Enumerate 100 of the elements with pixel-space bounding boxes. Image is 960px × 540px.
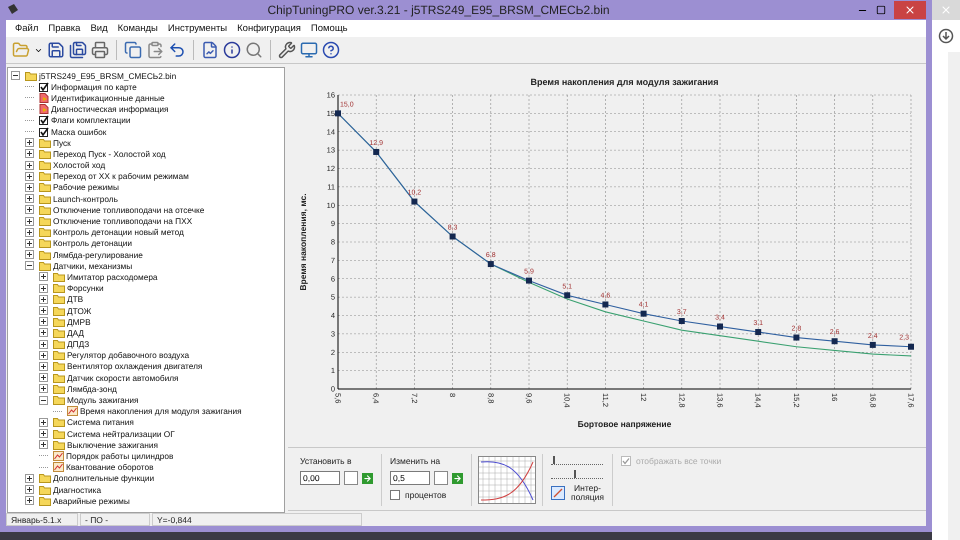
menu-item[interactable]: Помощь: [306, 23, 353, 34]
data-point[interactable]: [411, 198, 418, 205]
value-field[interactable]: 0,5: [390, 471, 430, 485]
tree-item[interactable]: Отключение топливоподачи на отсечке: [53, 204, 204, 215]
spinner-icon[interactable]: [344, 471, 358, 485]
tree-item[interactable]: Выключение зажигания: [67, 440, 158, 450]
expand-toggle[interactable]: [25, 238, 34, 248]
tree-item[interactable]: Маска ошибок: [51, 126, 106, 137]
menu-item[interactable]: Конфигурация: [232, 23, 306, 34]
expand-toggle[interactable]: [25, 160, 34, 170]
tree-item[interactable]: Датчик скорости автомобиля: [67, 372, 179, 383]
tree-item[interactable]: Отключение топливоподачи на ПХХ: [53, 216, 192, 226]
expand-toggle[interactable]: [25, 149, 34, 158]
data-point[interactable]: [564, 292, 570, 298]
tree-item[interactable]: ДТВ: [67, 294, 84, 304]
menu-item[interactable]: Правка: [43, 23, 86, 34]
save-icon[interactable]: [47, 41, 65, 59]
tree-item[interactable]: Диагностическая информация: [51, 104, 168, 114]
tree-item[interactable]: Дополнительные функции: [53, 473, 154, 484]
tree-item[interactable]: Контроль детонации новый метод: [53, 227, 184, 238]
tree-item[interactable]: Диагностика: [53, 484, 102, 495]
expand-toggle[interactable]: [25, 172, 34, 181]
expand-toggle[interactable]: [25, 194, 34, 204]
apply-button[interactable]: [452, 472, 463, 484]
collapse-toggle[interactable]: [39, 396, 48, 405]
maximize-icon[interactable]: [876, 5, 886, 15]
copy-icon[interactable]: [124, 41, 142, 59]
collapse-toggle[interactable]: [25, 261, 34, 270]
tree-item[interactable]: Имитатор расходомера: [67, 272, 158, 282]
expand-toggle[interactable]: [39, 384, 48, 394]
menu-item[interactable]: Файл: [10, 23, 44, 34]
undo-icon[interactable]: [168, 41, 186, 59]
expand-toggle[interactable]: [39, 418, 48, 427]
download-icon[interactable]: [938, 28, 954, 44]
data-point[interactable]: [793, 334, 800, 341]
expand-toggle[interactable]: [39, 294, 48, 304]
expand-toggle[interactable]: [39, 284, 48, 293]
data-point[interactable]: [640, 310, 647, 317]
monitor-icon[interactable]: [300, 41, 318, 59]
tree-item[interactable]: Переход от ХХ к рабочим режимам: [53, 171, 189, 182]
tree-item[interactable]: Контроль детонации: [53, 238, 132, 248]
expand-toggle[interactable]: [25, 485, 34, 494]
expand-toggle[interactable]: [39, 362, 48, 371]
menu-item[interactable]: Команды: [112, 23, 163, 34]
tree-item[interactable]: Система питания: [67, 417, 134, 428]
data-point[interactable]: [755, 329, 762, 336]
slider-track[interactable]: [551, 456, 603, 465]
slider-track[interactable]: [551, 470, 603, 479]
tree-item[interactable]: Launch-контроль: [53, 194, 118, 204]
expand-toggle[interactable]: [39, 440, 48, 450]
tree-item[interactable]: Датчики, механизмы: [53, 260, 132, 271]
data-point[interactable]: [335, 110, 341, 116]
expand-toggle[interactable]: [25, 474, 34, 483]
print-icon[interactable]: [91, 41, 109, 59]
expand-toggle[interactable]: [39, 306, 48, 316]
menu-item[interactable]: Инструменты: [162, 23, 232, 34]
tree-item[interactable]: Форсунки: [67, 283, 104, 294]
expand-toggle[interactable]: [25, 182, 34, 192]
data-point[interactable]: [602, 301, 608, 308]
data-point[interactable]: [526, 278, 532, 284]
expand-toggle[interactable]: [39, 272, 48, 282]
tree-item[interactable]: Идентификационные данные: [51, 92, 165, 103]
tree-item[interactable]: ДАД: [67, 328, 84, 338]
expand-toggle[interactable]: [25, 205, 34, 214]
data-point[interactable]: [717, 324, 723, 330]
expand-toggle[interactable]: [25, 228, 34, 237]
tools-icon[interactable]: [278, 41, 296, 59]
expand-toggle[interactable]: [25, 138, 34, 148]
tree-item[interactable]: Пуск: [53, 138, 71, 148]
data-point[interactable]: [832, 338, 838, 344]
tree-item[interactable]: Рабочие режимы: [53, 182, 119, 192]
tree-item[interactable]: Квантование оборотов: [66, 462, 154, 472]
data-point[interactable]: [450, 234, 456, 240]
tree-item[interactable]: Вентилятор охлаждения двигателя: [67, 361, 202, 372]
document-chart-icon[interactable]: [201, 41, 219, 59]
expand-toggle[interactable]: [25, 216, 34, 226]
checkbox[interactable]: [390, 490, 400, 500]
expand-toggle[interactable]: [25, 496, 34, 506]
help-icon[interactable]: [322, 41, 340, 59]
apply-button[interactable]: [362, 472, 373, 484]
search-icon[interactable]: [245, 41, 263, 59]
spinner-icon[interactable]: [434, 471, 448, 485]
collapse-toggle[interactable]: [11, 71, 20, 80]
tree-item[interactable]: Холостой ход: [53, 160, 106, 170]
tree-item[interactable]: Лямбда-зонд: [67, 384, 117, 394]
data-point[interactable]: [870, 342, 876, 348]
close-button[interactable]: [894, 1, 926, 19]
save-as-icon[interactable]: [69, 41, 87, 59]
tree-item[interactable]: j5TRS249_E95_BRSM_СМЕСЬ2.bin: [39, 70, 176, 81]
expand-toggle[interactable]: [39, 373, 48, 382]
expand-toggle[interactable]: [39, 350, 48, 360]
tree-item[interactable]: Информация по карте: [51, 82, 137, 92]
tree-item[interactable]: Аварийные режимы: [53, 496, 130, 506]
menu-item[interactable]: Вид: [85, 23, 113, 34]
value-field[interactable]: 0,00: [300, 471, 340, 485]
tree-item[interactable]: Лямбда-регулирование: [53, 250, 143, 260]
tree-item[interactable]: Регулятор добавочного воздуха: [67, 350, 190, 360]
data-point[interactable]: [678, 318, 685, 324]
tree-item[interactable]: Флаги комплектации: [51, 115, 131, 126]
tree-item[interactable]: ДМРВ: [67, 316, 91, 327]
